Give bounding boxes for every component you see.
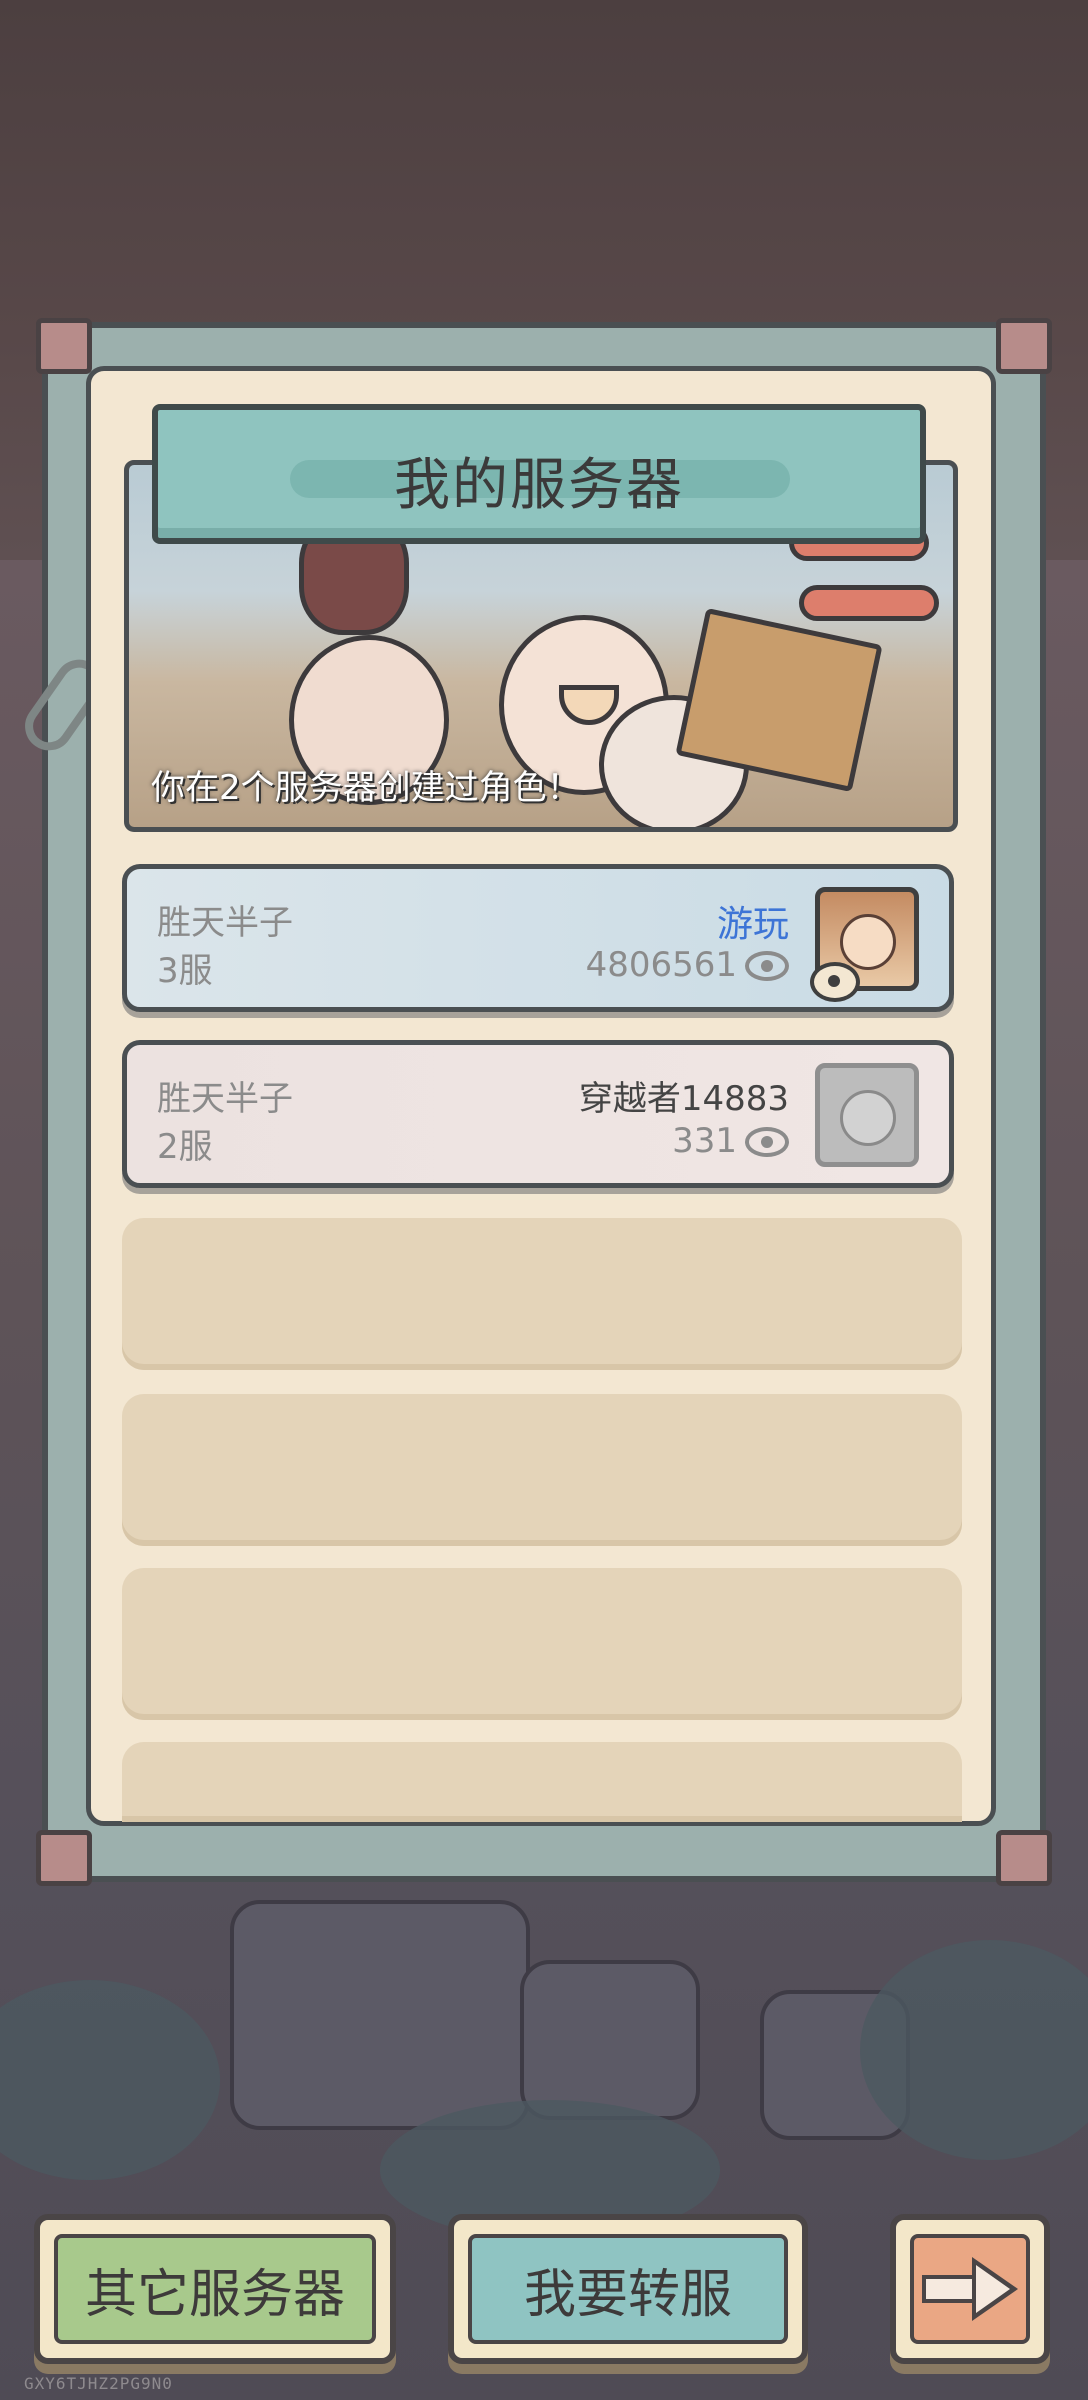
title-plate: 我的服务器: [152, 404, 926, 544]
device-code: GXY6TJHZ2PG9N0: [24, 2374, 173, 2393]
banner-characters-text: 你在2个服务器创建过角色！: [151, 768, 581, 808]
character-name: 穿越者14883: [578, 1079, 789, 1119]
avatar-face: [840, 914, 896, 970]
empty-server-slot: [122, 1742, 962, 1822]
eye-badge-icon: [810, 962, 860, 1002]
arrow-right-icon: [922, 2257, 1018, 2321]
empty-server-slot: [122, 1568, 962, 1720]
transfer-server-label: 我要转服: [468, 2234, 788, 2344]
transfer-server-button[interactable]: 我要转服: [448, 2214, 808, 2364]
empty-server-slot: [122, 1218, 962, 1370]
background-rock: [230, 1900, 530, 2130]
other-servers-button[interactable]: 其它服务器: [34, 2214, 396, 2364]
next-button-face: [910, 2234, 1030, 2344]
server-zone: 3服: [157, 951, 213, 991]
other-servers-label: 其它服务器: [54, 2234, 376, 2344]
panel-corner-bolt: [996, 318, 1052, 374]
panel-corner-bolt: [36, 1830, 92, 1886]
server-zone: 2服: [157, 1127, 213, 1167]
server-group-name: 胜天半子: [157, 1079, 293, 1119]
panel-corner-bolt: [996, 1830, 1052, 1886]
background-rock: [520, 1960, 700, 2120]
server-status-label: 游玩: [716, 904, 789, 945]
panel-corner-bolt: [36, 318, 92, 374]
server-card-3[interactable]: 胜天半子 3服 游玩 4806561: [122, 864, 954, 1012]
page-title: 我的服务器: [394, 453, 684, 518]
server-group-name: 胜天半子: [157, 903, 293, 943]
empty-server-slot: [122, 1394, 962, 1546]
banner-art-rocket: [799, 585, 939, 621]
server-view-count: 331: [672, 1121, 737, 1161]
avatar-face: [840, 1090, 896, 1146]
server-card-2[interactable]: 胜天半子 2服 穿越者14883 331: [122, 1040, 954, 1188]
player-avatar-icon[interactable]: [810, 887, 919, 1002]
default-avatar-icon[interactable]: [815, 1063, 919, 1167]
eye-icon: [745, 1127, 789, 1157]
next-button[interactable]: [890, 2214, 1050, 2364]
server-view-count: 4806561: [585, 945, 737, 985]
eye-icon: [745, 951, 789, 981]
